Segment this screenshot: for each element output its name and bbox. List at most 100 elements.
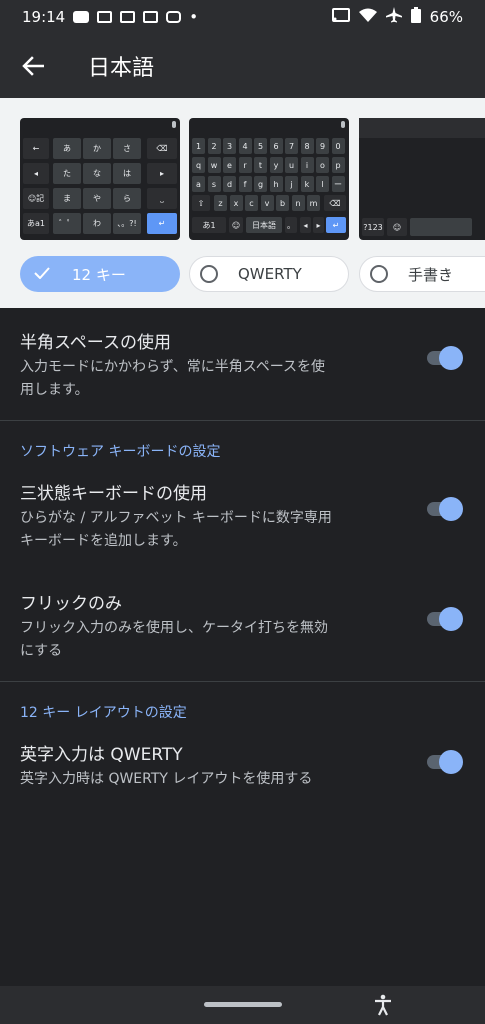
preview-key: g xyxy=(254,176,267,192)
setting-half-width-space[interactable]: 半角スペースの使用 入力モードにかかわらず、常に半角スペースを使 用します。 xyxy=(0,328,485,402)
check-icon xyxy=(34,265,50,283)
section-header-12key-layout: 12 キー レイアウトの設定 xyxy=(20,705,187,721)
layout-option-qwerty[interactable]: QWERTY xyxy=(189,256,349,292)
mic-icon xyxy=(341,121,345,128)
settings-list: 半角スペースの使用 入力モードにかかわらず、常に半角スペースを使 用します。 ソ… xyxy=(0,308,485,791)
toggle-switch[interactable] xyxy=(425,607,463,631)
preview-key: ↵ xyxy=(147,213,177,234)
radio-button-icon[interactable] xyxy=(370,265,388,283)
summary-line: ひらがな / アルファベット キーボードに数字専用 xyxy=(20,510,332,526)
preview-key: 7 xyxy=(285,138,298,154)
preview-key: k xyxy=(300,176,314,192)
preview-key: あ1 xyxy=(192,217,226,233)
preview-key: 6 xyxy=(269,138,283,154)
back-arrow-icon[interactable] xyxy=(20,53,46,79)
preview-key: ⎵ xyxy=(147,188,177,209)
preview-key: ☺記 xyxy=(23,188,49,209)
wifi-icon xyxy=(358,8,377,26)
preview-key: i xyxy=(300,157,314,173)
summary-line: 英字入力時は QWERTY レイアウトを使用する xyxy=(20,771,313,787)
mic-icon xyxy=(172,121,176,128)
preview-key: ☺ xyxy=(229,217,243,233)
setting-summary: 英字入力時は QWERTY レイアウトを使用する xyxy=(20,768,395,791)
status-time: 19:14 xyxy=(22,8,66,26)
preview-key: 4 xyxy=(238,138,252,154)
status-bar: 19:14 • 66% xyxy=(0,0,485,34)
summary-line: キーボードを追加します。 xyxy=(20,533,187,549)
layout-previews: ← あかさ ⌫ ◂ たなは ▸ ☺記まやら ⎵ あa1 ゛゜わ、。?! ↵ 1234567890qw… xyxy=(0,98,485,308)
preview-key: 日本語 xyxy=(246,217,282,233)
preview-key: ⌫ xyxy=(147,138,177,159)
preview-key: あ xyxy=(53,138,81,159)
preview-key: か xyxy=(83,138,111,159)
app-bar: 日本語 xyxy=(0,34,485,98)
airplane-icon xyxy=(385,7,402,27)
layout-option-label: 12 キー xyxy=(72,265,126,284)
keyboard-preview-qwerty[interactable]: 1 2 3 4 5 6 7 8 9 0 q w e r t y u i o p a s d f g h j k l ー ⇧ z x c v b n m ⌫ あ… xyxy=(189,118,349,240)
page-title: 日本語 xyxy=(88,56,155,81)
preview-key: ↵ xyxy=(326,217,346,233)
setting-flick-only[interactable]: フリックのみ フリック入力のみを使用し、ケータイ打ちを無効 にする xyxy=(0,589,485,663)
handwriting-key-emoji: ☺ xyxy=(387,218,407,236)
preview-key: u xyxy=(285,157,298,173)
accessibility-icon[interactable] xyxy=(372,994,394,1016)
preview-key: w xyxy=(207,157,221,173)
preview-key: f xyxy=(238,176,252,192)
navigation-bar xyxy=(0,986,485,1024)
radio-button-icon[interactable] xyxy=(200,265,218,283)
setting-title: 半角スペースの使用 xyxy=(20,333,171,353)
handwriting-key-numbers: ?123 xyxy=(362,218,384,236)
preview-key: b xyxy=(276,195,289,211)
toggle-switch[interactable] xyxy=(425,497,463,521)
preview-key: ▸ xyxy=(147,163,177,184)
youtube-icon xyxy=(73,11,90,23)
preview-key: さ xyxy=(113,138,141,159)
cast-icon xyxy=(331,8,350,26)
preview-key: あa1 xyxy=(23,213,49,234)
preview-key: 8 xyxy=(300,138,314,154)
section-header-software-keyboard: ソフトウェア キーボードの設定 xyxy=(20,444,221,460)
preview-key: q xyxy=(192,157,205,173)
preview-key: た xyxy=(53,163,81,184)
toggle-switch[interactable] xyxy=(425,346,463,370)
preview-key: j xyxy=(285,176,298,192)
home-gesture-handle[interactable] xyxy=(204,1002,282,1007)
layout-option-handwriting[interactable]: 手書き xyxy=(359,256,485,292)
preview-key: わ xyxy=(83,213,111,234)
preview-key: は xyxy=(113,163,141,184)
layout-option-label: QWERTY xyxy=(238,265,302,283)
layout-option-12key[interactable]: 12 キー xyxy=(20,256,180,292)
preview-key: e xyxy=(223,157,236,173)
preview-key: 5 xyxy=(254,138,267,154)
battery-percent: 66% xyxy=(429,8,463,26)
setting-summary: フリック入力のみを使用し、ケータイ打ちを無効 にする xyxy=(20,617,395,663)
preview-key: p xyxy=(331,157,345,173)
preview-key: t xyxy=(254,157,267,173)
preview-key: ◂ xyxy=(300,217,311,233)
setting-title: 英字入力は QWERTY xyxy=(20,745,183,765)
notification-dot: • xyxy=(189,8,199,26)
preview-key: x xyxy=(229,195,243,211)
battery-icon xyxy=(410,7,421,27)
preview-key: や xyxy=(83,188,111,209)
preview-key: ゛゜ xyxy=(53,213,81,234)
toggle-switch[interactable] xyxy=(425,750,463,774)
preview-key: 2 xyxy=(207,138,221,154)
preview-key: z xyxy=(214,195,227,211)
preview-key: 3 xyxy=(223,138,236,154)
preview-key: o xyxy=(316,157,329,173)
setting-tri-state-keyboard[interactable]: 三状態キーボードの使用 ひらがな / アルファベット キーボードに数字専用 キー… xyxy=(0,479,485,553)
app-icon xyxy=(166,11,182,23)
summary-line: 用します。 xyxy=(20,382,89,398)
keyboard-preview-handwriting[interactable]: ?123 ☺ xyxy=(359,118,485,240)
preview-key: c xyxy=(245,195,258,211)
preview-key: v xyxy=(260,195,274,211)
preview-key: ⌫ xyxy=(324,195,346,211)
preview-key: ま xyxy=(53,188,81,209)
preview-key: a xyxy=(192,176,205,192)
preview-key: 1 xyxy=(192,138,205,154)
keyboard-preview-12key[interactable]: ← あかさ ⌫ ◂ たなは ▸ ☺記まやら ⎵ あa1 ゛゜わ、。?! ↵ xyxy=(20,118,180,240)
preview-key: d xyxy=(223,176,236,192)
setting-qwerty-alphabet[interactable]: 英字入力は QWERTY 英字入力時は QWERTY レイアウトを使用する xyxy=(0,740,485,791)
summary-line: 入力モードにかかわらず、常に半角スペースを使 xyxy=(20,359,326,375)
